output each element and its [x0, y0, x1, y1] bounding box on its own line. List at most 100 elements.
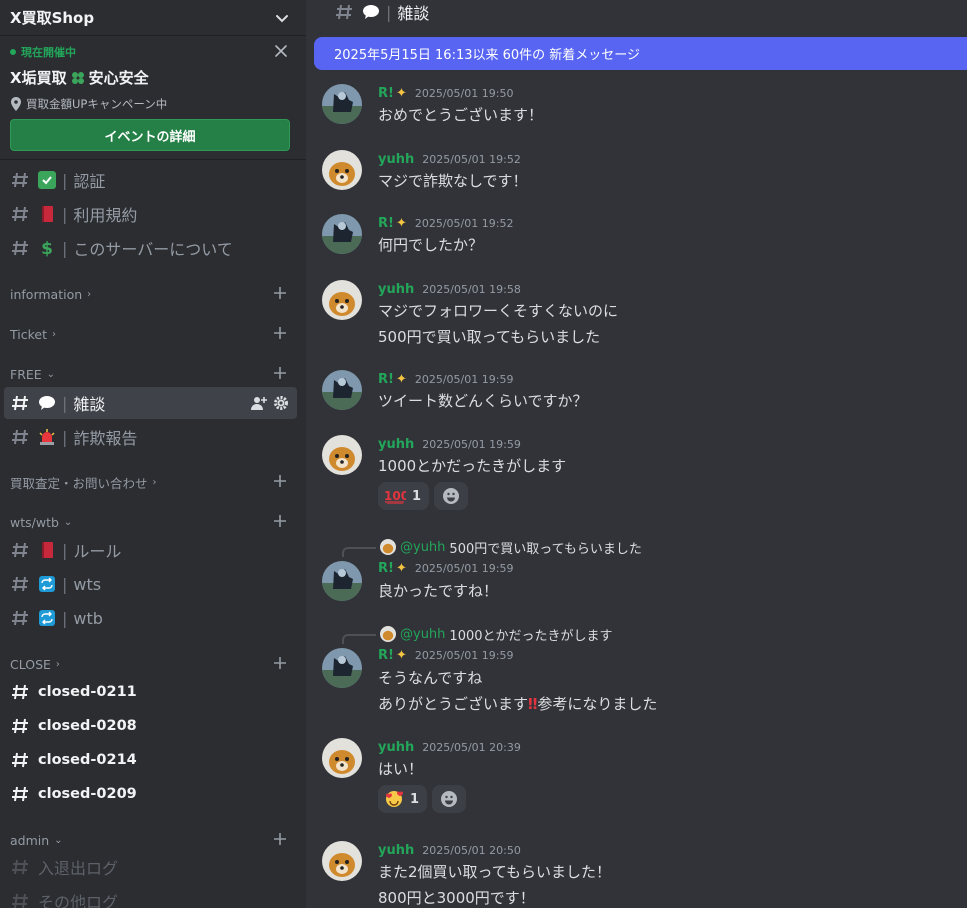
avatar-yuhh[interactable]	[322, 435, 362, 475]
message-header: yuhh 2025/05/01 19:59	[378, 437, 521, 452]
username[interactable]: R! ✦	[378, 561, 407, 576]
channel-verify[interactable]: | 認証	[4, 164, 297, 196]
dollar-icon: $	[41, 239, 53, 259]
category-close[interactable]: CLOSE ›	[10, 654, 297, 674]
hash-thread-icon	[12, 684, 28, 700]
avatar-yuhh[interactable]	[322, 150, 362, 190]
username[interactable]: yuhh	[378, 152, 414, 167]
plus-icon[interactable]	[273, 286, 287, 300]
channel-closed-0211[interactable]: closed-0211	[4, 676, 297, 708]
category-free[interactable]: FREE ⌄	[10, 364, 297, 384]
hash-thread-icon	[12, 429, 28, 445]
avatar-r[interactable]	[322, 561, 362, 601]
avatar-yuhh[interactable]	[322, 738, 362, 778]
event-title: X垢買取 安心安全	[10, 67, 296, 88]
live-indicator: 現在開催中	[10, 44, 296, 60]
avatar-r[interactable]	[322, 370, 362, 410]
channel-label: closed-0214	[38, 752, 137, 768]
hash-thread-icon	[12, 859, 28, 875]
invite-user-icon[interactable]	[251, 395, 267, 411]
repeat-icon	[38, 609, 56, 627]
separator: |	[62, 574, 68, 594]
channel-join-log[interactable]: 入退出ログ	[4, 851, 297, 883]
separator: |	[386, 2, 392, 22]
channel-fraud-report[interactable]: | 詐欺報告	[4, 421, 297, 453]
channel-closed-0214[interactable]: closed-0214	[4, 744, 297, 776]
separator: |	[62, 170, 68, 190]
avatar-yuhh[interactable]	[322, 280, 362, 320]
channel-about[interactable]: $ | このサーバーについて	[4, 232, 297, 264]
username[interactable]: yuhh	[378, 437, 414, 452]
new-messages-banner[interactable]: 2025年5月15日 16:13以来 60件の 新着メッセージ	[314, 37, 967, 70]
message-text: 何円でしたか？	[378, 236, 484, 254]
timestamp: 2025/05/01 19:58	[422, 283, 521, 296]
reactions: 1	[378, 785, 467, 813]
hash-thread-icon	[12, 786, 28, 802]
plus-icon[interactable]	[273, 366, 287, 380]
event-title-text: X垢買取	[10, 69, 67, 87]
username[interactable]: yuhh	[378, 843, 414, 858]
repeat-icon	[38, 575, 56, 593]
channel-wts[interactable]: | wts	[4, 568, 297, 600]
username[interactable]: yuhh	[378, 282, 414, 297]
username-text: R!	[378, 216, 394, 231]
username[interactable]: R! ✦	[378, 372, 407, 387]
plus-icon[interactable]	[273, 832, 287, 846]
category-label: admin	[10, 832, 50, 848]
channel-label: その他ログ	[38, 893, 119, 908]
plus-icon[interactable]	[273, 656, 287, 670]
category-information[interactable]: information ›	[10, 284, 297, 304]
username[interactable]: yuhh	[378, 740, 414, 755]
channel-rule[interactable]: | ルール	[4, 534, 297, 566]
category-kaitori[interactable]: 買取査定・お問い合わせ ›	[10, 472, 297, 492]
channel-chat[interactable]: | 雑談	[4, 387, 297, 419]
channel-other-log[interactable]: その他ログ	[4, 885, 297, 908]
add-reaction-button[interactable]	[432, 785, 467, 813]
category-admin[interactable]: admin ⌄	[10, 830, 297, 850]
message-text: また2個買い取ってもらいました！	[378, 863, 612, 881]
hash-thread-icon	[12, 752, 28, 768]
message-header: yuhh 2025/05/01 19:58	[378, 282, 521, 297]
channel-rules[interactable]: | 利用規約	[4, 198, 297, 230]
avatar-r[interactable]	[322, 648, 362, 688]
hash-thread-icon	[12, 576, 28, 592]
hash-thread-icon	[12, 718, 28, 734]
speech-bubble-icon	[38, 394, 56, 412]
reply-reference[interactable]: @yuhh 500円で買い取ってもらいました	[342, 537, 642, 557]
hash-icon	[12, 206, 28, 222]
reply-reference[interactable]: @yuhh 1000とかだったきがします	[342, 624, 613, 644]
username-text: R!	[378, 561, 394, 576]
category-ticket[interactable]: Ticket ›	[10, 324, 297, 344]
separator: |	[62, 204, 68, 224]
check-mark-icon	[38, 171, 56, 189]
plus-icon[interactable]	[273, 326, 287, 340]
server-header[interactable]: X買取Shop	[0, 0, 306, 36]
event-details-button[interactable]: イベントの詳細	[10, 119, 290, 151]
close-icon[interactable]	[274, 44, 288, 58]
username[interactable]: R! ✦	[378, 216, 407, 231]
avatar-r[interactable]	[322, 84, 362, 124]
channel-closed-0209[interactable]: closed-0209	[4, 778, 297, 810]
username[interactable]: R! ✦	[378, 86, 407, 101]
reply-avatar	[380, 539, 396, 555]
message-text: はい！	[378, 760, 424, 778]
event-card: 現在開催中 X垢買取 安心安全 買取金額UPキャンペーン中 イベントの詳細	[0, 36, 306, 160]
add-reaction-button[interactable]	[434, 482, 469, 510]
username-text: R!	[378, 372, 394, 387]
category-wts-wtb[interactable]: wts/wtb ⌄	[10, 512, 297, 532]
plus-icon[interactable]	[273, 474, 287, 488]
reply-text: 1000とかだったきがします	[449, 628, 613, 644]
gear-icon[interactable]	[273, 395, 289, 411]
channel-wtb[interactable]: | wtb	[4, 602, 297, 634]
avatar-r[interactable]	[322, 214, 362, 254]
plus-icon[interactable]	[273, 514, 287, 528]
username[interactable]: R! ✦	[378, 648, 407, 663]
avatar-yuhh[interactable]	[322, 841, 362, 881]
message-header: R! ✦ 2025/05/01 19:59	[378, 372, 513, 387]
reaction[interactable]: 1	[378, 785, 428, 813]
server-name: X買取Shop	[10, 9, 95, 27]
chevron-down-icon[interactable]	[274, 10, 290, 26]
channel-closed-0208[interactable]: closed-0208	[4, 710, 297, 742]
hash-thread-icon	[12, 542, 28, 558]
reaction[interactable]: 100 1	[378, 482, 430, 510]
